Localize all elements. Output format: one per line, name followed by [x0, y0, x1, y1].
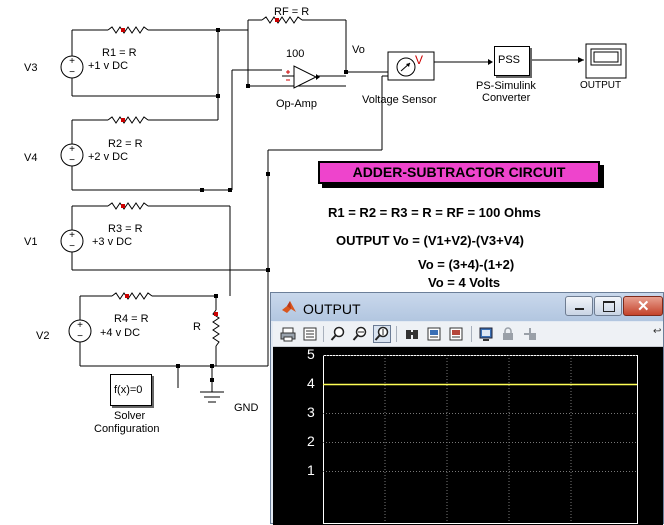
y-tick-label: 2 — [307, 433, 315, 449]
rf-label: RF = R — [274, 6, 310, 18]
svg-text:−: − — [69, 155, 75, 166]
solver-label-line2: Configuration — [94, 423, 160, 435]
binoculars-icon[interactable] — [403, 325, 421, 343]
source-v4-name: V4 — [24, 152, 38, 164]
matlab-logo-icon — [282, 301, 296, 313]
source-v2-resistor: R4 = R — [114, 313, 149, 325]
scope-toolbar: ↩ — [273, 322, 663, 347]
zoom-icon[interactable] — [329, 325, 347, 343]
ps-block-text: PSS — [498, 54, 521, 66]
floating-scope-icon[interactable] — [477, 325, 495, 343]
signal-selection-icon[interactable] — [521, 325, 539, 343]
scope-title-text: OUTPUT — [303, 301, 361, 317]
toolbar-separator — [396, 326, 397, 342]
solver-block-text: f(x)=0 — [114, 384, 143, 396]
r-vertical-label: R — [193, 321, 201, 333]
source-v4-resistor: R2 = R — [108, 138, 143, 150]
svg-text:+: + — [77, 320, 83, 331]
source-v1-resistor: R3 = R — [108, 223, 143, 235]
circuit-title: ADDER-SUBTRACTOR CIRCUIT — [318, 161, 600, 184]
equation-output: OUTPUT Vo = (V1+V2)-(V3+V4) — [336, 233, 524, 248]
source-v3-voltage: +1 v DC — [88, 60, 129, 72]
y-tick-label: 4 — [307, 375, 315, 391]
plot-axes-box — [323, 355, 638, 524]
voltage-sensor-label: Voltage Sensor — [362, 94, 437, 106]
scope-plot — [323, 355, 638, 524]
zoom-y-icon[interactable] — [373, 325, 391, 343]
ps-simulink-converter-block[interactable]: PSS — [494, 46, 530, 76]
toolbar-separator — [471, 326, 472, 342]
source-v4-voltage: +2 v DC — [88, 151, 129, 163]
parameters-icon[interactable] — [301, 325, 319, 343]
close-button[interactable]: ✕ — [623, 296, 663, 316]
svg-text:−: − — [69, 67, 75, 78]
voltage-sensor-port-label: V — [415, 53, 424, 67]
restore-axes-icon[interactable] — [447, 325, 465, 343]
gnd-label: GND — [234, 402, 259, 414]
close-icon: ✕ — [637, 298, 650, 315]
output-block-label: OUTPUT — [580, 80, 622, 91]
save-axes-icon[interactable] — [425, 325, 443, 343]
maximize-button[interactable] — [594, 296, 622, 316]
minimize-button[interactable] — [565, 296, 593, 316]
y-tick-label: 5 — [307, 346, 315, 362]
equation-substitution: Vo = (3+4)-(1+2) — [418, 257, 515, 272]
equation-result: Vo = 4 Volts — [428, 275, 501, 290]
source-v2-voltage: +4 v DC — [100, 327, 141, 339]
toolbar-overflow-icon[interactable]: ↩ — [653, 326, 661, 337]
scope-plot-area[interactable]: 5 4 3 2 1 — [273, 346, 663, 525]
source-v1-name: V1 — [24, 236, 38, 248]
toolbar-separator — [323, 326, 324, 342]
svg-text:−: − — [69, 241, 75, 252]
y-tick-label: 3 — [307, 404, 315, 420]
solver-label-line1: Solver — [114, 410, 146, 422]
minimize-icon — [575, 308, 584, 310]
equation-resistors: R1 = R2 = R3 = R = RF = 100 Ohms — [328, 205, 541, 220]
maximize-icon — [603, 301, 615, 312]
y-tick-label: 1 — [307, 462, 315, 478]
ps-converter-label-line1: PS-Simulink — [476, 80, 536, 92]
solver-configuration-block[interactable]: f(x)=0 — [110, 374, 152, 406]
svg-text:+: + — [69, 144, 75, 155]
scope-title-bar[interactable]: OUTPUT ✕ — [271, 293, 663, 321]
svg-text:+: + — [69, 56, 75, 67]
source-v1-voltage: +3 v DC — [92, 236, 133, 248]
source-v3-resistor: R1 = R — [102, 47, 137, 59]
svg-text:−: − — [77, 331, 83, 342]
ps-converter-label-line2: Converter — [482, 92, 531, 104]
zoom-x-icon[interactable] — [351, 325, 369, 343]
vo-node-label: Vo — [352, 44, 365, 56]
opamp-label: Op-Amp — [276, 98, 317, 110]
print-icon[interactable] — [279, 325, 297, 343]
opamp-gain-label: 100 — [286, 48, 305, 60]
source-v3-name: V3 — [24, 62, 38, 74]
output-scope-window[interactable]: OUTPUT ✕ ↩ 5 4 3 2 1 — [270, 292, 664, 525]
svg-text:+: + — [69, 230, 75, 241]
lock-icon[interactable] — [499, 325, 517, 343]
source-v2-name: V2 — [36, 330, 50, 342]
